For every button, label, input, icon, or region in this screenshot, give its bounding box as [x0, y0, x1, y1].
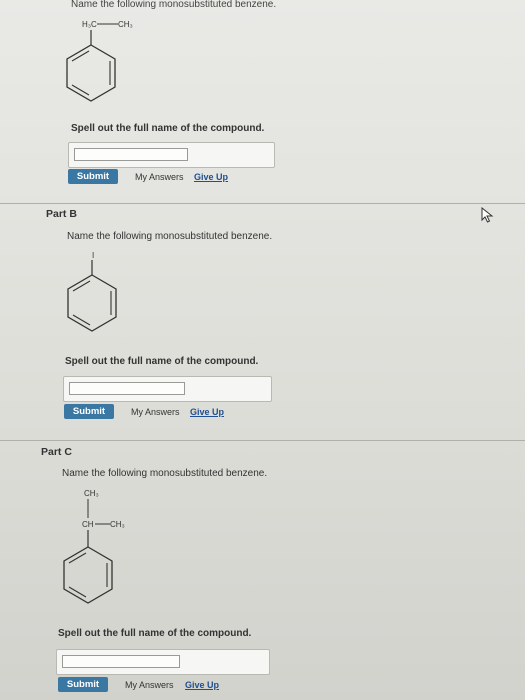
part-c-submit-button[interactable]: Submit: [58, 677, 108, 692]
mouse-pointer-icon: [481, 207, 494, 223]
part-c-give-up-link[interactable]: Give Up: [185, 680, 219, 690]
section-divider: [0, 440, 525, 441]
part-c-title: Part C: [41, 446, 72, 458]
part-b-my-answers-link[interactable]: My Answers: [131, 407, 180, 417]
part-a-substituent-right: CH₃: [118, 20, 133, 29]
part-c-instruction: Name the following monosubstituted benze…: [62, 468, 268, 479]
part-c-substituent-top: CH₃: [84, 489, 99, 498]
part-a-answer-box: [68, 142, 275, 168]
part-b-benzene-ring: [67, 274, 117, 332]
part-a-structure: H₃C CH₃: [66, 20, 133, 102]
part-c-prompt: Spell out the full name of the compound.: [58, 628, 252, 639]
part-b-prompt: Spell out the full name of the compound.: [65, 356, 259, 367]
part-a-instruction: Name the following monosubstituted benze…: [71, 0, 277, 10]
section-divider: [0, 203, 525, 204]
part-a-my-answers-link[interactable]: My Answers: [135, 172, 184, 182]
part-c-structure: CH₃ CH CH₃: [63, 489, 125, 604]
part-b-instruction: Name the following monosubstituted benze…: [67, 231, 273, 242]
part-b-answer-box: [63, 376, 272, 402]
part-b-substituent: I: [92, 251, 94, 260]
part-a-answer-input[interactable]: [74, 148, 188, 161]
part-a-give-up-link[interactable]: Give Up: [194, 172, 228, 182]
part-a-substituent-left: H₃C: [82, 20, 97, 29]
part-b-give-up-link[interactable]: Give Up: [190, 407, 224, 417]
part-c-substituent-right: CH₃: [110, 520, 125, 529]
part-c-benzene-ring: [63, 546, 113, 604]
part-c-ch-label: CH: [82, 520, 94, 529]
part-c-answer-box: [56, 649, 270, 675]
part-b-submit-button[interactable]: Submit: [64, 404, 114, 419]
part-c-my-answers-link[interactable]: My Answers: [125, 680, 174, 690]
part-a-benzene-ring: [66, 44, 116, 102]
part-b-answer-input[interactable]: [69, 382, 185, 395]
part-b-structure: I: [67, 251, 117, 332]
part-c-answer-input[interactable]: [62, 655, 180, 668]
part-a-submit-button[interactable]: Submit: [68, 169, 118, 184]
part-b-title: Part B: [46, 208, 77, 220]
part-a-prompt: Spell out the full name of the compound.: [71, 123, 265, 134]
